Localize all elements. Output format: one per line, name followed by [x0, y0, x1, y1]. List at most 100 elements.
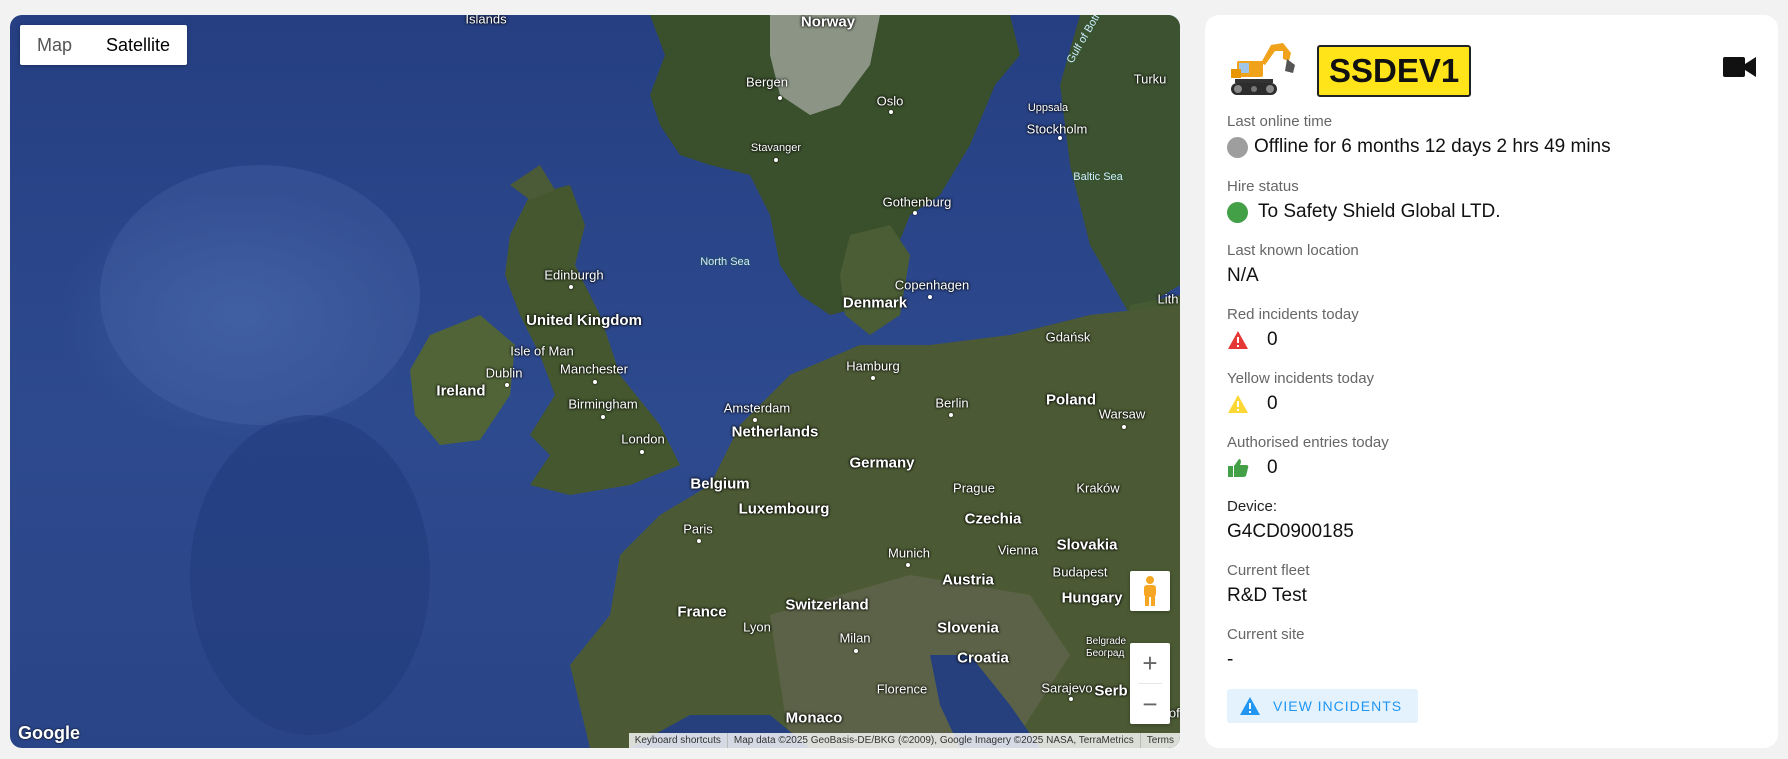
- street-view-pegman[interactable]: [1130, 571, 1170, 611]
- map-label: Lith: [1157, 291, 1179, 307]
- terms-link[interactable]: Terms: [1139, 733, 1180, 748]
- city-marker: [697, 539, 701, 543]
- authorised-entries-value-row: 0: [1227, 457, 1389, 479]
- device-label: Device:: [1227, 498, 1278, 515]
- map-label: Islands: [465, 15, 507, 27]
- hire-status-value: To Safety Shield Global LTD.: [1258, 201, 1501, 222]
- map-type-satellite-button[interactable]: Satellite: [89, 25, 187, 65]
- map-label: Poland: [1045, 391, 1097, 409]
- map-label: Turku: [1133, 71, 1167, 87]
- map-label: Milan: [839, 630, 871, 646]
- zoom-in-button[interactable]: +: [1130, 643, 1170, 683]
- map-attribution: Keyboard shortcuts Map data ©2025 GeoBas…: [628, 733, 1180, 748]
- map-data-credit: Map data ©2025 GeoBasis-DE/BKG (©2009), …: [726, 733, 1140, 748]
- map-label: Slovakia: [1056, 536, 1118, 554]
- map-label: Ireland: [436, 382, 486, 400]
- map-label: Hamburg: [846, 358, 900, 374]
- city-marker: [1058, 136, 1062, 140]
- map-label: Monaco: [785, 709, 843, 727]
- city-marker: [871, 376, 875, 380]
- map-label: London: [621, 431, 665, 447]
- map-label: Lyon: [743, 619, 771, 635]
- device-field: Device: G4CD0900185: [1227, 498, 1354, 543]
- yellow-incidents-field: Yellow incidents today 0: [1227, 370, 1374, 415]
- map-label: United Kingdom: [526, 312, 642, 329]
- fleet-field: Current fleet R&D Test: [1227, 562, 1310, 607]
- last-online-value: Offline for 6 months 12 days 2 hrs 49 mi…: [1254, 136, 1611, 157]
- authorised-entries-label: Authorised entries today: [1227, 434, 1389, 451]
- map-label: Gdańsk: [1045, 329, 1091, 345]
- map-label: Serb: [1094, 682, 1128, 700]
- city-marker: [1122, 425, 1126, 429]
- yellow-warning-icon: [1227, 393, 1251, 415]
- map-label: Kraków: [1076, 480, 1120, 496]
- red-incidents-value: 0: [1267, 329, 1278, 350]
- map-type-map-button[interactable]: Map: [20, 25, 89, 65]
- map-view[interactable]: Map Satellite Islands Norway Gulf of Bot…: [10, 15, 1180, 748]
- map-label: Isle of Man: [510, 343, 574, 359]
- city-marker: [753, 418, 757, 422]
- hire-status-label: Hire status: [1227, 178, 1299, 195]
- keyboard-shortcuts-link[interactable]: Keyboard shortcuts: [629, 733, 727, 748]
- view-incidents-label: VIEW INCIDENTS: [1273, 698, 1403, 714]
- yellow-incidents-value: 0: [1267, 393, 1278, 414]
- map-label: Munich: [888, 545, 930, 561]
- map-label: Florence: [876, 681, 928, 697]
- last-online-value-row: Offline for 6 months 12 days 2 hrs 49 mi…: [1227, 136, 1611, 158]
- warning-icon: [1240, 697, 1260, 715]
- vehicle-info-panel: SSDEV1 Last online time Offline for 6 mo…: [1205, 15, 1778, 748]
- map-label: Paris: [683, 521, 713, 537]
- city-marker: [889, 110, 893, 114]
- offline-status-icon: [1227, 136, 1248, 158]
- map-label: Berlin: [935, 395, 969, 411]
- map-label: Switzerland: [785, 596, 869, 614]
- device-value: G4CD0900185: [1227, 521, 1354, 542]
- city-marker: [1069, 697, 1073, 701]
- yellow-incidents-label: Yellow incidents today: [1227, 370, 1375, 387]
- location-value: N/A: [1227, 265, 1259, 286]
- city-marker: [928, 295, 932, 299]
- map-label: Stavanger: [750, 142, 802, 154]
- map-label: Stockholm: [1026, 121, 1088, 137]
- city-marker: [640, 450, 644, 454]
- red-warning-icon: [1227, 329, 1251, 351]
- video-camera-icon[interactable]: [1723, 55, 1757, 79]
- map-label: Norway: [800, 15, 856, 31]
- location-field: Last known location N/A: [1227, 242, 1359, 287]
- map-label: Czechia: [964, 510, 1022, 528]
- city-marker: [906, 563, 910, 567]
- view-incidents-button[interactable]: VIEW INCIDENTS: [1227, 689, 1419, 723]
- city-marker: [778, 96, 782, 100]
- map-label: Amsterdam: [723, 400, 791, 416]
- map-label: Manchester: [560, 361, 628, 377]
- map-label: Oslo: [876, 93, 904, 109]
- zoom-control: + −: [1130, 643, 1170, 724]
- red-incidents-label: Red incidents today: [1227, 306, 1359, 323]
- map-label: Gothenburg: [882, 194, 952, 210]
- map-label: Warsaw: [1098, 406, 1146, 422]
- hire-status-icon: [1227, 201, 1248, 223]
- map-label: North Sea: [700, 256, 750, 268]
- authorised-entries-field: Authorised entries today 0: [1227, 434, 1389, 479]
- map-label: Sarajevo: [1041, 680, 1093, 696]
- site-field: Current site -: [1227, 626, 1305, 671]
- map-label: Baltic Sea: [1073, 171, 1123, 183]
- authorised-entries-value: 0: [1267, 457, 1278, 478]
- map-type-toggle: Map Satellite: [20, 25, 188, 65]
- map-label: Austria: [942, 571, 994, 589]
- zoom-out-button[interactable]: −: [1130, 684, 1170, 724]
- hire-status-field: Hire status To Safety Shield Global LTD.: [1227, 178, 1501, 223]
- thumbs-up-icon: [1227, 457, 1251, 479]
- red-incidents-value-row: 0: [1227, 329, 1359, 351]
- last-online-label: Last online time: [1227, 113, 1333, 130]
- map-label: France: [677, 603, 727, 621]
- excavator-icon: [1231, 43, 1295, 95]
- city-marker: [913, 211, 917, 215]
- city-marker: [593, 380, 597, 384]
- vehicle-header: SSDEV1: [1227, 39, 1757, 109]
- map-label: Edinburgh: [544, 267, 604, 283]
- map-label: Slovenia: [937, 619, 999, 637]
- red-incidents-field: Red incidents today 0: [1227, 306, 1359, 351]
- city-marker: [601, 415, 605, 419]
- map-label: Copenhagen: [894, 277, 970, 293]
